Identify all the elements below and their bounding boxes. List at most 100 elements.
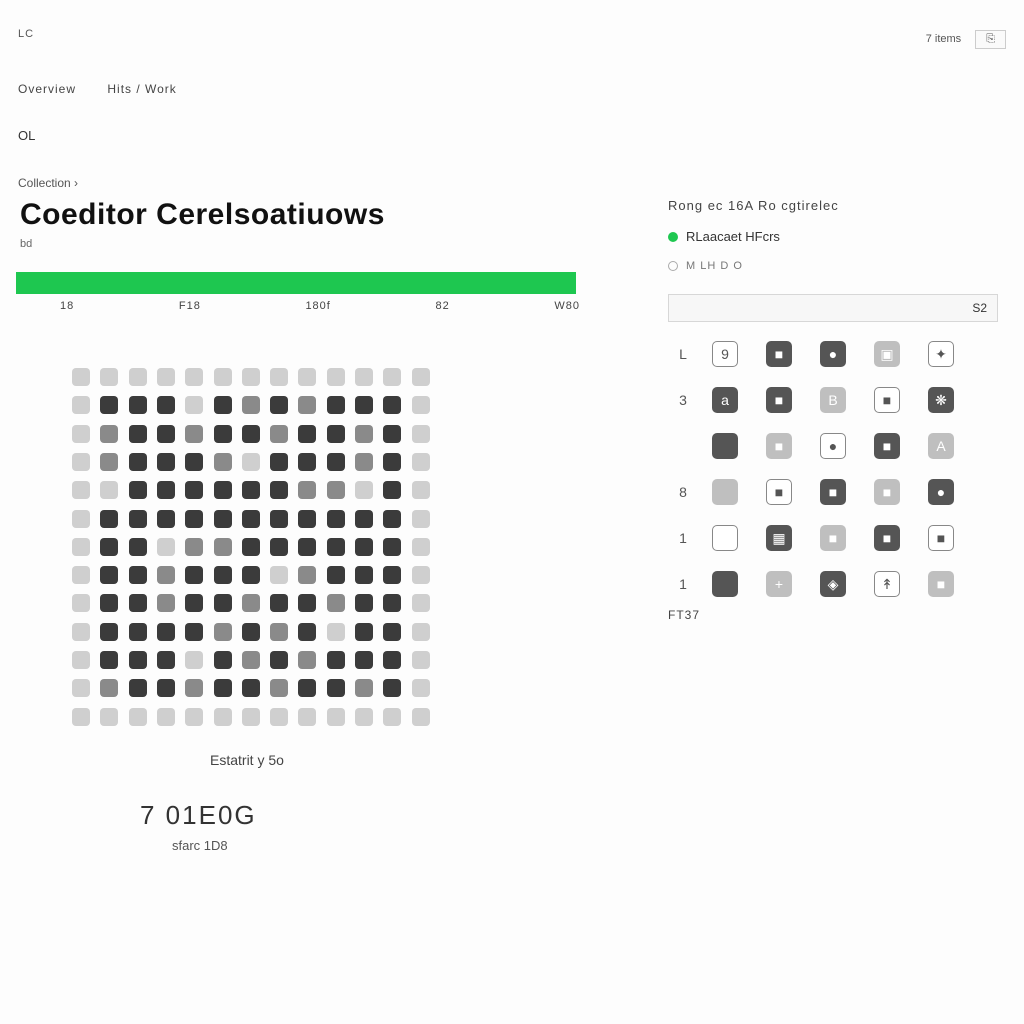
palette-header: S2 — [668, 294, 998, 322]
grid-cell — [383, 425, 401, 443]
palette-swatch[interactable] — [712, 479, 738, 505]
palette-swatch[interactable]: ◈ — [820, 571, 846, 597]
grid-cell — [157, 651, 175, 669]
palette-swatch[interactable]: ■ — [766, 433, 792, 459]
grid-cell — [214, 396, 232, 414]
grid-cell — [72, 651, 90, 669]
grid-cell — [355, 510, 373, 528]
palette-swatch[interactable]: ■ — [766, 387, 792, 413]
grid-cell — [270, 708, 288, 726]
palette-swatch[interactable]: ■ — [928, 571, 954, 597]
grid-cell — [242, 368, 260, 386]
grid-cell — [214, 708, 232, 726]
grid-cell — [157, 425, 175, 443]
grid-cell — [185, 481, 203, 499]
palette-swatch[interactable]: A — [928, 433, 954, 459]
palette-swatch[interactable]: ■ — [928, 525, 954, 551]
tab-item[interactable]: 82 — [435, 300, 449, 312]
palette-swatch[interactable]: + — [766, 571, 792, 597]
grid-cell — [185, 594, 203, 612]
grid-cell — [412, 538, 430, 556]
side-panel-line: RLaacaet HFcrs — [686, 229, 780, 244]
grid-cell — [72, 679, 90, 697]
grid-cell — [242, 425, 260, 443]
tab-item[interactable]: 180f — [305, 300, 330, 312]
palette-swatch[interactable]: ■ — [766, 341, 792, 367]
breadcrumb-item[interactable]: Hits / Work — [107, 82, 176, 96]
palette-swatch[interactable] — [712, 433, 738, 459]
grid-cell — [383, 623, 401, 641]
grid-cell — [298, 368, 316, 386]
palette-swatch[interactable]: ■ — [874, 433, 900, 459]
grid-cell — [270, 566, 288, 584]
palette-swatch[interactable]: ■ — [874, 525, 900, 551]
grid-cell — [355, 368, 373, 386]
grid-cell — [327, 538, 345, 556]
palette-swatch[interactable]: ● — [820, 341, 846, 367]
grid-cell — [100, 425, 118, 443]
progress-bar — [16, 272, 576, 294]
breadcrumb-item[interactable]: Overview — [18, 82, 76, 96]
palette-swatch[interactable]: ▦ — [766, 525, 792, 551]
grid-cell — [298, 623, 316, 641]
palette-swatch[interactable]: ↟ — [874, 571, 900, 597]
tab-item[interactable]: F18 — [179, 300, 201, 312]
grid-cell — [72, 425, 90, 443]
grid-cell — [100, 368, 118, 386]
project-code: OL — [18, 128, 35, 143]
grid-cell — [72, 566, 90, 584]
grid-cell — [185, 566, 203, 584]
tab-item[interactable]: 18 — [60, 300, 74, 312]
palette-row-label: 3 — [668, 392, 698, 408]
grid-cell — [327, 566, 345, 584]
palette-swatch[interactable] — [712, 525, 738, 551]
palette-swatch[interactable]: a — [712, 387, 738, 413]
grid-cell — [185, 651, 203, 669]
grid-subcaption: sfarc 1D8 — [172, 838, 228, 853]
palette-swatch[interactable]: ● — [928, 479, 954, 505]
grid-cell — [157, 623, 175, 641]
tab-item[interactable]: W80 — [554, 300, 580, 312]
grid-cell — [270, 425, 288, 443]
grid-cell — [242, 566, 260, 584]
grid-cell — [298, 594, 316, 612]
grid-cell — [157, 594, 175, 612]
grid-cell — [270, 396, 288, 414]
palette-swatch[interactable]: ■ — [874, 479, 900, 505]
grid-cell — [412, 651, 430, 669]
grid-cell — [270, 453, 288, 471]
grid-cell — [214, 453, 232, 471]
palette-swatch[interactable]: ● — [820, 433, 846, 459]
palette-swatch[interactable]: ❋ — [928, 387, 954, 413]
palette-swatch[interactable]: ■ — [820, 479, 846, 505]
grid-cell — [100, 538, 118, 556]
palette-swatch[interactable]: ■ — [766, 479, 792, 505]
grid-cell — [383, 368, 401, 386]
palette-swatch[interactable]: 9 — [712, 341, 738, 367]
grid-cell — [214, 594, 232, 612]
grid-cell — [298, 453, 316, 471]
grid-cell — [383, 566, 401, 584]
top-left-code: LC — [18, 28, 34, 50]
palette-swatch[interactable]: ■ — [874, 387, 900, 413]
palette-swatch[interactable]: ■ — [820, 525, 846, 551]
grid-cell — [327, 679, 345, 697]
grid-cell — [355, 396, 373, 414]
grid-cell — [298, 679, 316, 697]
top-right-action[interactable]: ⎘ — [975, 30, 1006, 49]
grid-cell — [129, 453, 147, 471]
palette-swatch[interactable]: ▣ — [874, 341, 900, 367]
palette-swatch[interactable] — [712, 571, 738, 597]
grid-cell — [242, 538, 260, 556]
grid-cell — [157, 538, 175, 556]
side-panel-title: Rong ec 16A Ro cgtirelec — [668, 198, 998, 213]
palette-swatch[interactable]: B — [820, 387, 846, 413]
grid-cell — [129, 425, 147, 443]
grid-cell — [72, 481, 90, 499]
palette-row-label: L — [668, 346, 698, 362]
grid-cell — [327, 623, 345, 641]
grid-cell — [157, 566, 175, 584]
palette-swatch[interactable]: ✦ — [928, 341, 954, 367]
page-subtitle: bd — [20, 238, 32, 250]
grid-cell — [72, 453, 90, 471]
